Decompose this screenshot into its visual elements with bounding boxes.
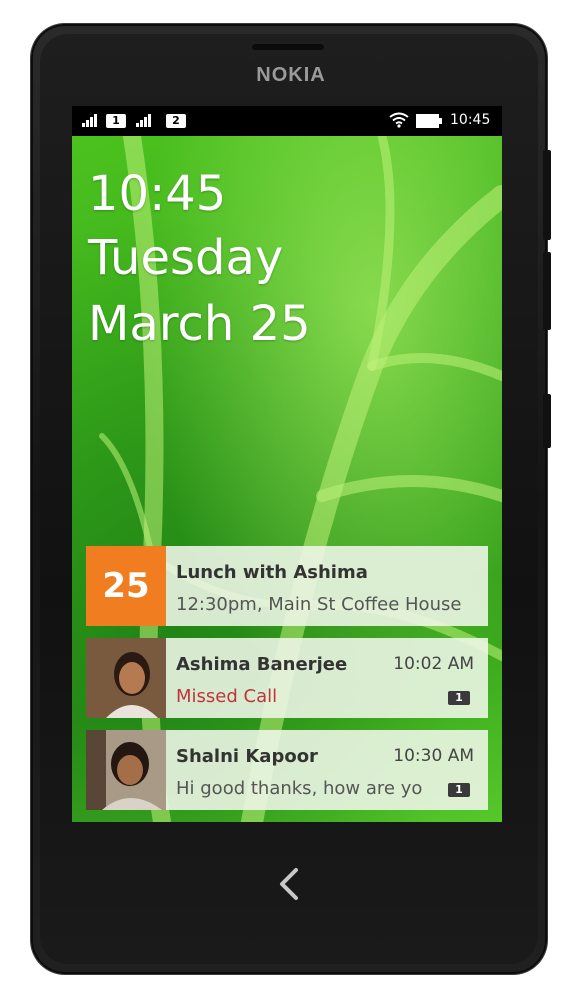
notification-time: 10:30 AM <box>393 746 474 766</box>
contact-name: Ashima Banerjee <box>176 654 348 675</box>
contact-name: Shalni Kapoor <box>176 746 318 767</box>
count-badge: 1 <box>448 691 470 705</box>
count-badge: 1 <box>448 783 470 797</box>
calendar-notification[interactable]: 25 Lunch with Ashima 12:30pm, Main St Co… <box>86 546 488 626</box>
message-preview: Hi good thanks, how are yo <box>176 778 423 799</box>
status-clock: 10:45 <box>450 112 491 128</box>
missed-call-notification[interactable]: Ashima Banerjee 10:02 AM Missed Call 1 <box>86 638 488 718</box>
sim1-indicator: 1 <box>106 114 126 128</box>
chevron-left-icon[interactable] <box>276 864 302 904</box>
signal-icon <box>82 114 97 127</box>
lock-day: Tuesday <box>88 230 284 286</box>
notification-time: 10:02 AM <box>393 654 474 674</box>
contact-avatar <box>86 638 166 718</box>
missed-call-label: Missed Call <box>176 686 278 707</box>
wifi-icon <box>389 112 409 128</box>
notification-title: Lunch with Ashima <box>176 562 368 583</box>
screen: 1 2 10:45 10:45 Tuesday March 25 25 Lunc… <box>72 106 502 822</box>
notification-subtitle: 12:30pm, Main St Coffee House <box>176 594 462 615</box>
lock-date: March 25 <box>88 296 311 352</box>
battery-icon <box>416 114 442 128</box>
status-bar: 1 2 10:45 <box>72 106 502 136</box>
lock-time: 10:45 <box>88 166 227 222</box>
power-button[interactable] <box>543 394 551 448</box>
person-photo <box>86 730 166 810</box>
wallpaper: 10:45 Tuesday March 25 25 Lunch with Ash… <box>72 136 502 822</box>
person-photo <box>86 638 166 718</box>
signal-icon <box>136 114 151 127</box>
message-notification[interactable]: Shalni Kapoor 10:30 AM Hi good thanks, h… <box>86 730 488 810</box>
volume-button[interactable] <box>543 150 551 240</box>
calendar-icon: 25 <box>86 546 166 626</box>
sim2-indicator: 2 <box>166 114 186 128</box>
earpiece-speaker <box>252 44 324 50</box>
contact-avatar <box>86 730 166 810</box>
brand-logo: NOKIA <box>256 64 326 86</box>
volume-down-button[interactable] <box>543 252 551 330</box>
